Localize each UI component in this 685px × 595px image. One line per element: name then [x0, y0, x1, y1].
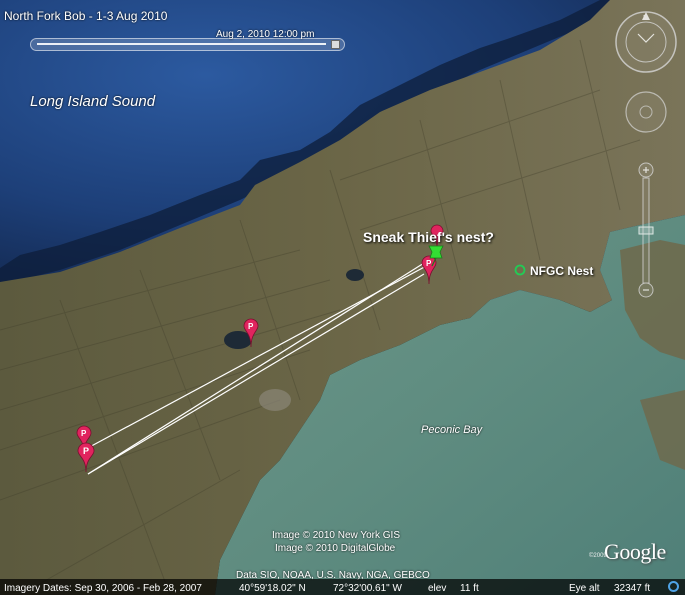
svg-text:P: P [81, 429, 87, 438]
long-island-sound-label: Long Island Sound [30, 93, 156, 110]
latitude-readout: 40°59'18.02" N [239, 583, 306, 594]
globe-status-icon [668, 581, 679, 592]
imagery-credit: Image © 2010 DigitalGlobe [275, 543, 396, 554]
svg-text:N: N [643, 15, 648, 22]
compass-icon[interactable]: N [615, 11, 677, 73]
time-slider-label: Aug 2, 2010 12:00 pm [216, 29, 315, 40]
sneak-thief-nest-label[interactable]: Sneak Thief's nest? [363, 229, 494, 245]
time-slider-track [37, 43, 326, 45]
svg-text:P: P [248, 322, 254, 331]
svg-text:P: P [426, 259, 432, 268]
elevation-label: elev [428, 583, 447, 594]
elevation-readout: 11 ft [460, 583, 479, 594]
look-joystick-icon[interactable] [625, 91, 667, 133]
peconic-bay-label: Peconic Bay [421, 424, 483, 436]
imagery-dates: Imagery Dates: Sep 30, 2006 - Feb 28, 20… [4, 583, 202, 594]
eye-alt-label: Eye alt [569, 583, 600, 594]
svg-text:P: P [83, 446, 89, 456]
time-slider-handle[interactable] [331, 40, 340, 49]
document-title: North Fork Bob - 1-3 Aug 2010 [4, 9, 168, 23]
nfgc-nest-label[interactable]: NFGC Nest [530, 264, 593, 278]
pond [346, 269, 364, 281]
pond [259, 389, 291, 411]
eye-alt-readout: 32347 ft [614, 583, 651, 594]
map-viewport[interactable]: P P P P N North Fork Bob - 1-3 Aug 2010 … [0, 0, 685, 595]
satellite-map[interactable]: P P P P N [0, 0, 685, 595]
google-logo: Google [604, 539, 666, 564]
imagery-credit: Image © 2010 New York GIS [272, 530, 400, 541]
longitude-readout: 72°32'00.61" W [333, 583, 402, 594]
